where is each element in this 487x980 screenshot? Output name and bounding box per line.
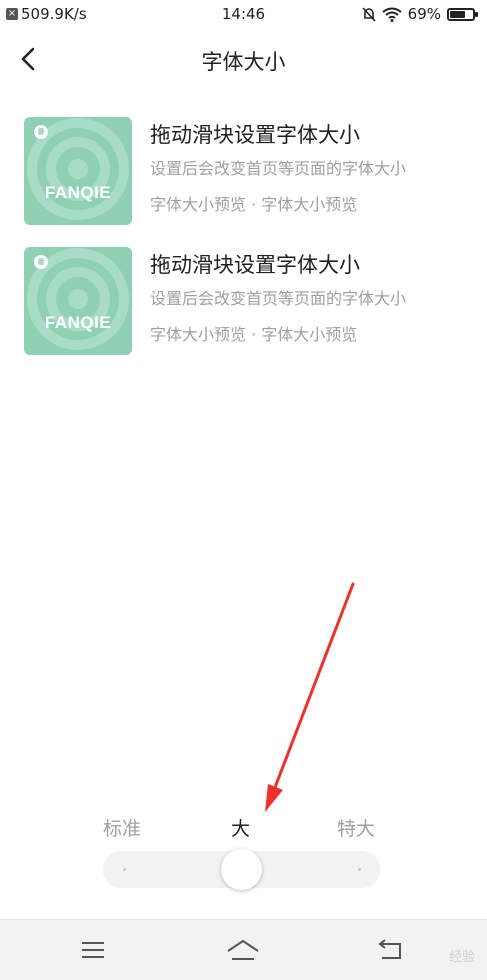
item-title: 拖动滑块设置字体大小 — [150, 253, 360, 277]
back-icon[interactable] — [370, 932, 410, 968]
font-option-standard[interactable]: 标准 — [103, 814, 141, 841]
page-header: 字体大小 — [0, 30, 487, 90]
page-title: 字体大小 — [201, 50, 286, 74]
font-size-labels: 标准 大 特大 — [0, 814, 487, 840]
cover-brand: FANQIE — [44, 183, 112, 202]
home-icon[interactable] — [223, 932, 263, 968]
battery-percent: 69% — [407, 5, 441, 23]
preview-item: 番 FANQIE 拖动滑块设置字体大小 设置后会改变首页等页面的字体大小 字体大… — [24, 117, 464, 227]
item-description: 设置后会改变首页等页面的字体大小 — [150, 159, 407, 178]
watermark: 经验 — [448, 950, 475, 965]
slider-stop — [358, 868, 361, 871]
publisher-logo-icon: 番 — [34, 255, 48, 269]
status-right: 69% — [362, 5, 478, 23]
publisher-logo-icon: 番 — [34, 125, 48, 139]
item-title: 拖动滑块设置字体大小 — [150, 123, 360, 147]
slider-stop — [123, 868, 126, 871]
battery-icon — [447, 7, 478, 21]
font-option-large[interactable]: 大 — [231, 814, 250, 841]
system-nav-bar: 经验 — [0, 919, 487, 980]
slider-handle[interactable] — [221, 849, 262, 890]
book-cover: 番 FANQIE — [24, 117, 132, 225]
book-cover: 番 FANQIE — [24, 247, 132, 355]
preview-item: 番 FANQIE 拖动滑块设置字体大小 设置后会改变首页等页面的字体大小 字体大… — [24, 247, 464, 357]
wifi-icon — [382, 7, 402, 22]
item-meta: 字体大小预览 · 字体大小预览 — [150, 195, 358, 214]
cover-brand: FANQIE — [44, 313, 112, 332]
font-size-slider[interactable] — [103, 849, 380, 890]
mute-bell-icon — [362, 6, 376, 22]
font-option-extra-large[interactable]: 特大 — [337, 814, 375, 841]
menu-icon[interactable] — [73, 932, 113, 968]
item-meta: 字体大小预览 · 字体大小预览 — [150, 325, 358, 344]
status-bar: × 509.9K/s 14:46 69% — [0, 0, 487, 30]
item-description: 设置后会改变首页等页面的字体大小 — [150, 289, 407, 308]
